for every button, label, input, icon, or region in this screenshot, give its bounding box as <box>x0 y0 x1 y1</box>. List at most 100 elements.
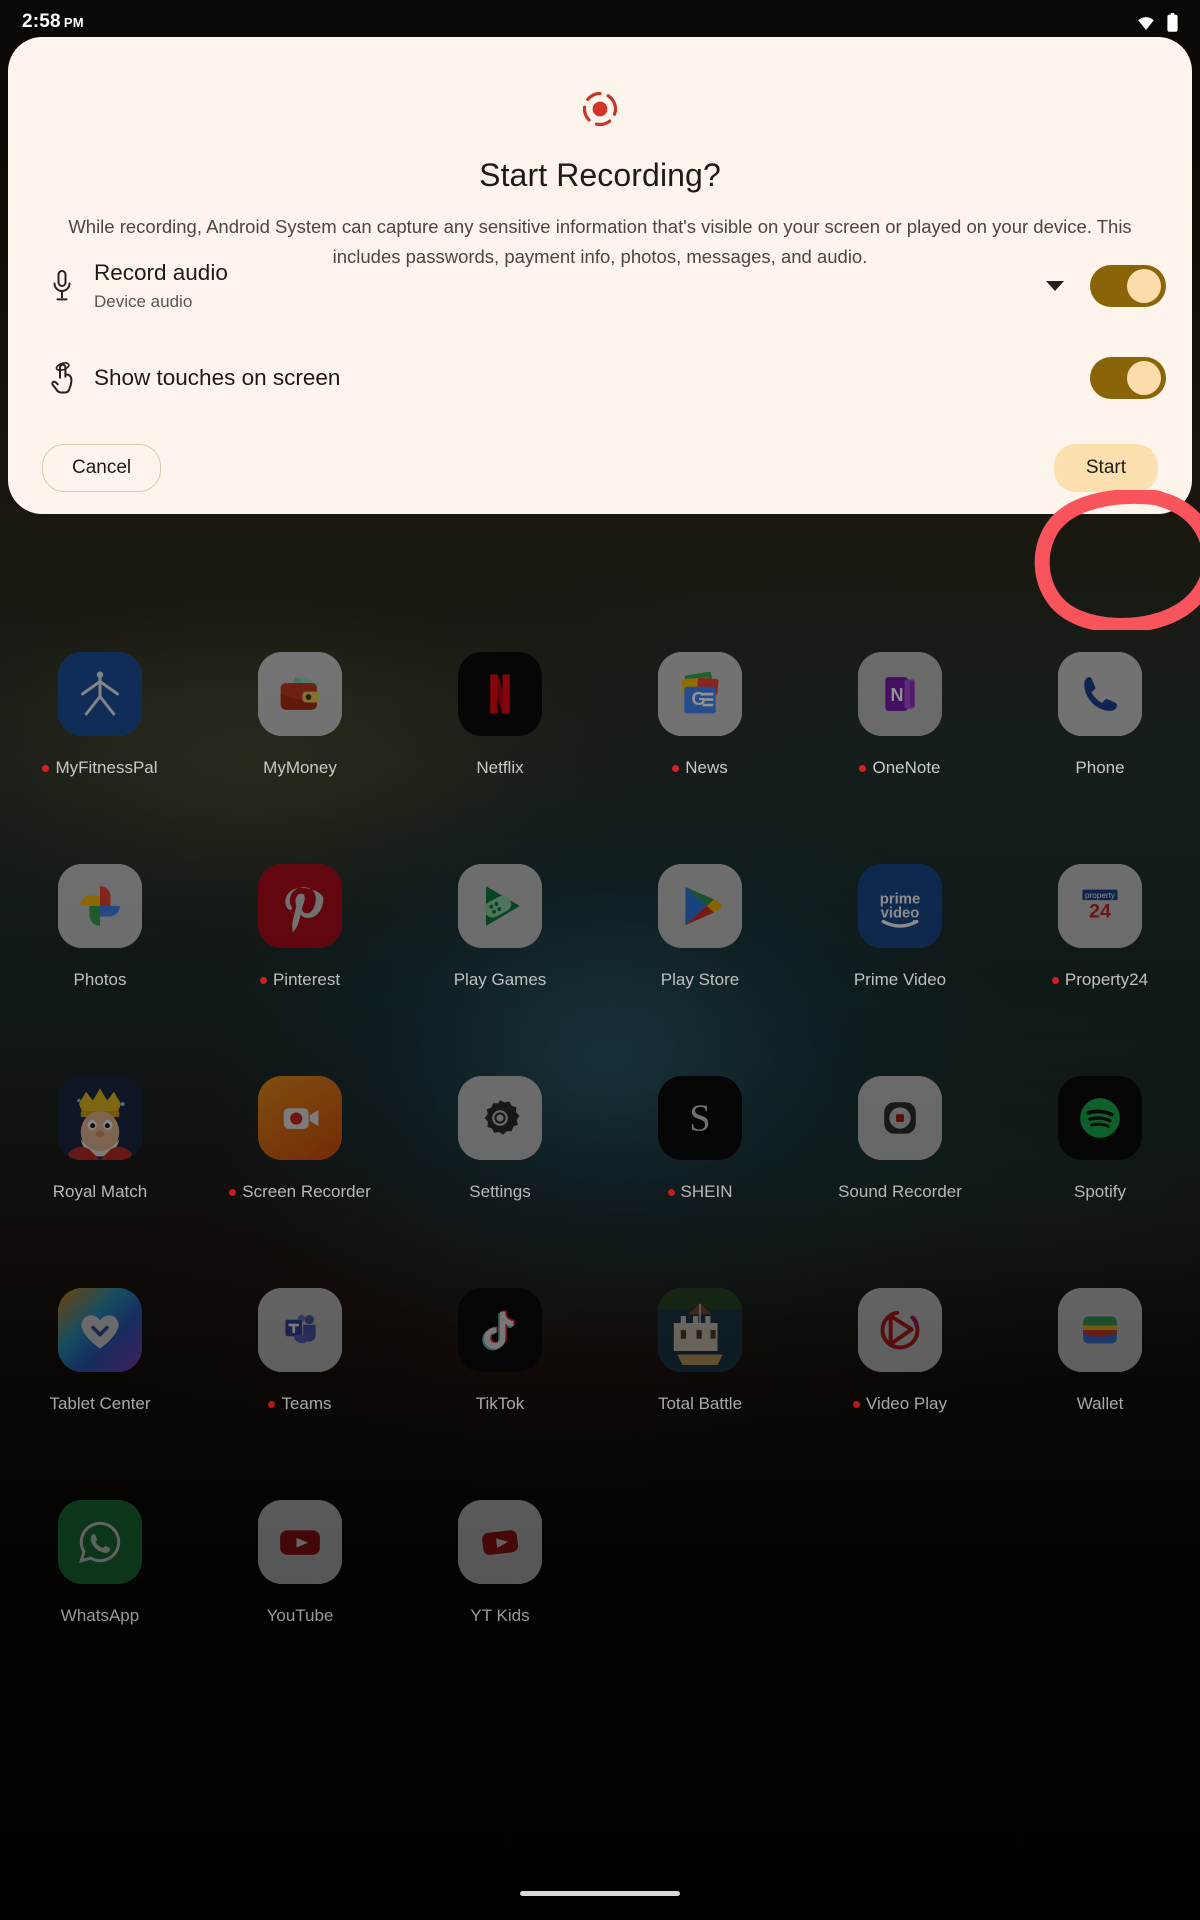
app-icon-photos[interactable]: Photos <box>0 852 200 1064</box>
app-icon-spotify[interactable]: Spotify <box>1000 1064 1200 1276</box>
mymoney-icon <box>258 652 342 736</box>
app-label-text: MyMoney <box>263 758 337 777</box>
chevron-down-icon[interactable] <box>1046 281 1064 291</box>
dialog-button-bar: Cancel Start <box>8 444 1192 492</box>
app-icon-pinterest[interactable]: Pinterest <box>200 852 400 1064</box>
app-icon-youtube[interactable]: YouTube <box>200 1488 400 1700</box>
app-icon-screen-recorder[interactable]: Screen Recorder <box>200 1064 400 1276</box>
option-row-record-audio[interactable]: Record audio Device audio <box>34 252 1166 320</box>
netflix-icon <box>458 652 542 736</box>
total-battle-icon <box>658 1288 742 1372</box>
app-icon-property24[interactable]: property 24 Property24 <box>1000 852 1200 1064</box>
app-icon-myfitnesspal[interactable]: MyFitnessPal <box>0 640 200 852</box>
wifi-icon <box>1138 17 1154 30</box>
battery-icon <box>1167 12 1178 32</box>
google-news-icon: G <box>658 652 742 736</box>
app-icon-whatsapp[interactable]: WhatsApp <box>0 1488 200 1700</box>
app-label-text: Royal Match <box>52 1182 148 1201</box>
svg-text:N: N <box>890 685 903 705</box>
app-icon-onenote[interactable]: N OneNote <box>800 640 1000 852</box>
app-icon-total-battle[interactable]: Total Battle <box>600 1276 800 1488</box>
notification-badge-dot <box>853 1400 861 1408</box>
app-icon-settings[interactable]: Settings <box>400 1064 600 1276</box>
app-icon-play-store[interactable]: Play Store <box>600 852 800 1064</box>
app-label-text: YT Kids <box>470 1606 530 1625</box>
app-grid: MyFitnessPal MyMoney Netflix G News N OneNote P… <box>0 640 1200 1700</box>
teams-icon <box>258 1288 342 1372</box>
youtube-icon <box>258 1500 342 1584</box>
app-label: News <box>672 758 728 778</box>
app-label: SHEIN <box>667 1182 732 1202</box>
app-icon-play-games[interactable]: Play Games <box>400 852 600 1064</box>
app-label: Tablet Center <box>49 1394 150 1414</box>
record-audio-toggle[interactable] <box>1090 265 1166 307</box>
notification-badge-dot <box>259 976 267 984</box>
app-label: WhatsApp <box>61 1606 139 1626</box>
start-recording-dialog: Start Recording? While recording, Androi… <box>8 37 1192 514</box>
app-label: Wallet <box>1077 1394 1124 1414</box>
cancel-button[interactable]: Cancel <box>42 444 162 492</box>
option-row-show-touches[interactable]: Show touches on screen <box>34 344 1166 412</box>
screen-record-icon <box>582 91 618 127</box>
app-label: Phone <box>1075 758 1124 778</box>
touch-pointer-icon <box>34 361 90 395</box>
app-label-text: Tablet Center <box>49 1394 151 1413</box>
app-label: Netflix <box>476 758 523 778</box>
app-icon-yt-kids[interactable]: YT Kids <box>400 1488 600 1700</box>
app-label-text: WhatsApp <box>60 1606 140 1625</box>
settings-icon <box>458 1076 542 1160</box>
app-label-text: MyFitnessPal <box>55 758 158 777</box>
spotify-icon <box>1058 1076 1142 1160</box>
app-label-text: Sound Recorder <box>838 1182 962 1201</box>
app-icon-prime-video[interactable]: prime video Prime Video <box>800 852 1000 1064</box>
app-icon-royal-match[interactable]: Royal Match <box>0 1064 200 1276</box>
app-label-text: Pinterest <box>272 970 341 989</box>
app-icon-news[interactable]: G News <box>600 640 800 852</box>
app-icon-netflix[interactable]: Netflix <box>400 640 600 852</box>
yt-kids-icon <box>458 1500 542 1584</box>
notification-badge-dot <box>667 1188 675 1196</box>
app-icon-sound-recorder[interactable]: Sound Recorder <box>800 1064 1000 1276</box>
record-audio-source: Device audio <box>94 291 193 311</box>
app-label: Play Store <box>661 970 739 990</box>
app-icon-phone[interactable]: Phone <box>1000 640 1200 852</box>
app-label-text: Prime Video <box>853 970 947 989</box>
notification-badge-dot <box>1051 976 1059 984</box>
app-label-text: Teams <box>281 1394 332 1413</box>
app-label-text: Wallet <box>1076 1394 1124 1413</box>
prime-video-icon: prime video <box>858 864 942 948</box>
app-icon-teams[interactable]: Teams <box>200 1276 400 1488</box>
pinterest-icon <box>258 864 342 948</box>
status-clock: 2:58 PM <box>22 11 84 33</box>
myfitnesspal-icon <box>58 652 142 736</box>
royal-match-icon <box>58 1076 142 1160</box>
app-icon-mymoney[interactable]: MyMoney <box>200 640 400 852</box>
app-label-text: Property24 <box>1064 970 1149 989</box>
app-icon-tiktok[interactable]: TikTok <box>400 1276 600 1488</box>
app-label: YouTube <box>267 1606 334 1626</box>
microphone-icon <box>34 269 90 303</box>
app-label-text: Video Play <box>866 1394 947 1413</box>
home-gesture-pill[interactable] <box>520 1891 680 1896</box>
app-icon-shein[interactable]: S SHEIN <box>600 1064 800 1276</box>
toggle-knob <box>1127 269 1161 303</box>
app-label: Prime Video <box>854 970 946 990</box>
start-button[interactable]: Start <box>1053 444 1158 492</box>
svg-text:24: 24 <box>1089 901 1111 923</box>
onenote-icon: N <box>858 652 942 736</box>
app-icon-tablet-center[interactable]: Tablet Center <box>0 1276 200 1488</box>
app-label-text: TikTok <box>475 1394 525 1413</box>
app-label-text: Total Battle <box>657 1394 743 1413</box>
notification-badge-dot <box>229 1188 237 1196</box>
svg-text:video: video <box>881 906 920 922</box>
show-touches-toggle[interactable] <box>1090 357 1166 399</box>
notification-badge-dot <box>859 764 867 772</box>
notification-badge-dot <box>42 764 50 772</box>
app-icon-wallet[interactable]: Wallet <box>1000 1276 1200 1488</box>
app-label: Play Games <box>454 970 547 990</box>
status-bar: 2:58 PM <box>0 0 1200 44</box>
app-label-text: YouTube <box>266 1606 334 1625</box>
app-icon-video-play[interactable]: Video Play <box>800 1276 1000 1488</box>
app-label-text: Play Games <box>453 970 547 989</box>
app-label-text: Screen Recorder <box>242 1182 371 1201</box>
